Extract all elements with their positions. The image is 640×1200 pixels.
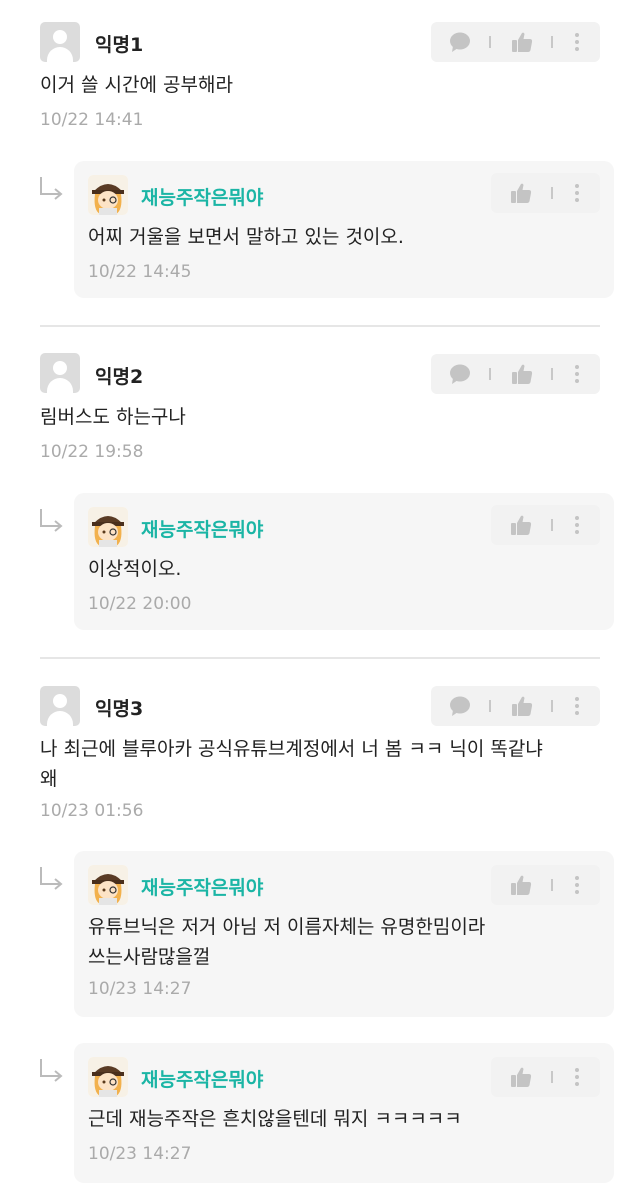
speech-bubble-icon[interactable] — [448, 30, 472, 54]
thread-divider — [40, 325, 600, 327]
user-avatar — [88, 1057, 128, 1097]
reply: 재능주작은뭐야 이상적이오. 10/22 20:00 — [74, 493, 614, 630]
reply-text: 어찌 거울을 보면서 말하고 있는 것이오. — [88, 226, 404, 248]
comment-text: 나 최근에 블루아카 공식유튜브계정에서 너 봄 ㅋㅋ 닉이 똑같냐 왜 — [40, 738, 543, 790]
comment-nickname: 익명1 — [95, 34, 144, 56]
comment-nickname: 익명3 — [95, 698, 144, 720]
anonymous-avatar — [40, 22, 80, 62]
comment-date: 10/22 19:58 — [40, 442, 144, 462]
comment-date: 10/22 14:41 — [40, 110, 144, 130]
action-separator — [489, 368, 491, 380]
reply-nickname: 재능주작은뭐야 — [141, 877, 264, 899]
reply-nickname: 재능주작은뭐야 — [141, 187, 264, 209]
thumbs-up-icon[interactable] — [509, 513, 533, 537]
comment-date: 10/23 01:56 — [40, 801, 144, 821]
more-vertical-icon[interactable] — [574, 1065, 580, 1089]
user-avatar — [88, 507, 128, 547]
action-separator — [489, 700, 491, 712]
more-vertical-icon[interactable] — [574, 694, 580, 718]
user-avatar — [88, 175, 128, 215]
reply-arrow-icon — [40, 1059, 63, 1082]
reply-nickname: 재능주작은뭐야 — [141, 1069, 264, 1091]
action-separator — [551, 879, 553, 891]
action-separator — [551, 700, 553, 712]
reply-text: 유튜브닉은 저거 아님 저 이름자체는 유명한밈이라 쓰는사람많을껄 — [88, 916, 486, 968]
thumbs-up-icon[interactable] — [509, 1065, 533, 1089]
reply-arrow-icon — [40, 867, 63, 890]
action-separator — [489, 36, 491, 48]
action-separator — [551, 187, 553, 199]
comment-action-bar — [431, 354, 600, 394]
more-vertical-icon[interactable] — [574, 181, 580, 205]
action-separator — [551, 36, 553, 48]
more-vertical-icon[interactable] — [574, 362, 580, 386]
thread-divider — [40, 657, 600, 659]
speech-bubble-icon[interactable] — [448, 694, 472, 718]
reply: 재능주작은뭐야 근데 재능주작은 흔치않을텐데 뭐지 ㅋㅋㅋㅋㅋ 10/23 1… — [74, 1043, 614, 1183]
reply-action-bar — [491, 865, 600, 905]
thumbs-up-icon[interactable] — [510, 30, 534, 54]
reply: 재능주작은뭐야 어찌 거울을 보면서 말하고 있는 것이오. 10/22 14:… — [74, 161, 614, 298]
comment-text: 림버스도 하는구나 — [40, 406, 186, 428]
anonymous-avatar — [40, 686, 80, 726]
thumbs-up-icon[interactable] — [509, 873, 533, 897]
reply-action-bar — [491, 1057, 600, 1097]
reply-date: 10/22 14:45 — [88, 262, 192, 282]
action-separator — [551, 519, 553, 531]
reply-date: 10/23 14:27 — [88, 1144, 192, 1164]
thumbs-up-icon[interactable] — [509, 181, 533, 205]
reply-text: 근데 재능주작은 흔치않을텐데 뭐지 ㅋㅋㅋㅋㅋ — [88, 1108, 462, 1130]
reply-date: 10/23 14:27 — [88, 979, 192, 999]
anonymous-avatar — [40, 353, 80, 393]
reply-arrow-icon — [40, 509, 63, 532]
thumbs-up-icon[interactable] — [510, 694, 534, 718]
more-vertical-icon[interactable] — [574, 513, 580, 537]
action-separator — [551, 1071, 553, 1083]
reply: 재능주작은뭐야 유튜브닉은 저거 아님 저 이름자체는 유명한밈이라 쓰는사람많… — [74, 851, 614, 1017]
reply-nickname: 재능주작은뭐야 — [141, 519, 264, 541]
more-vertical-icon[interactable] — [574, 30, 580, 54]
reply-action-bar — [491, 505, 600, 545]
comment-action-bar — [431, 22, 600, 62]
reply-date: 10/22 20:00 — [88, 594, 192, 614]
thumbs-up-icon[interactable] — [510, 362, 534, 386]
reply-arrow-icon — [40, 177, 63, 200]
comment-action-bar — [431, 686, 600, 726]
more-vertical-icon[interactable] — [574, 873, 580, 897]
comment-nickname: 익명2 — [95, 366, 144, 388]
comment-text: 이거 쓸 시간에 공부해라 — [40, 74, 233, 96]
reply-text: 이상적이오. — [88, 558, 182, 580]
action-separator — [551, 368, 553, 380]
speech-bubble-icon[interactable] — [448, 362, 472, 386]
reply-action-bar — [491, 173, 600, 213]
user-avatar — [88, 865, 128, 905]
